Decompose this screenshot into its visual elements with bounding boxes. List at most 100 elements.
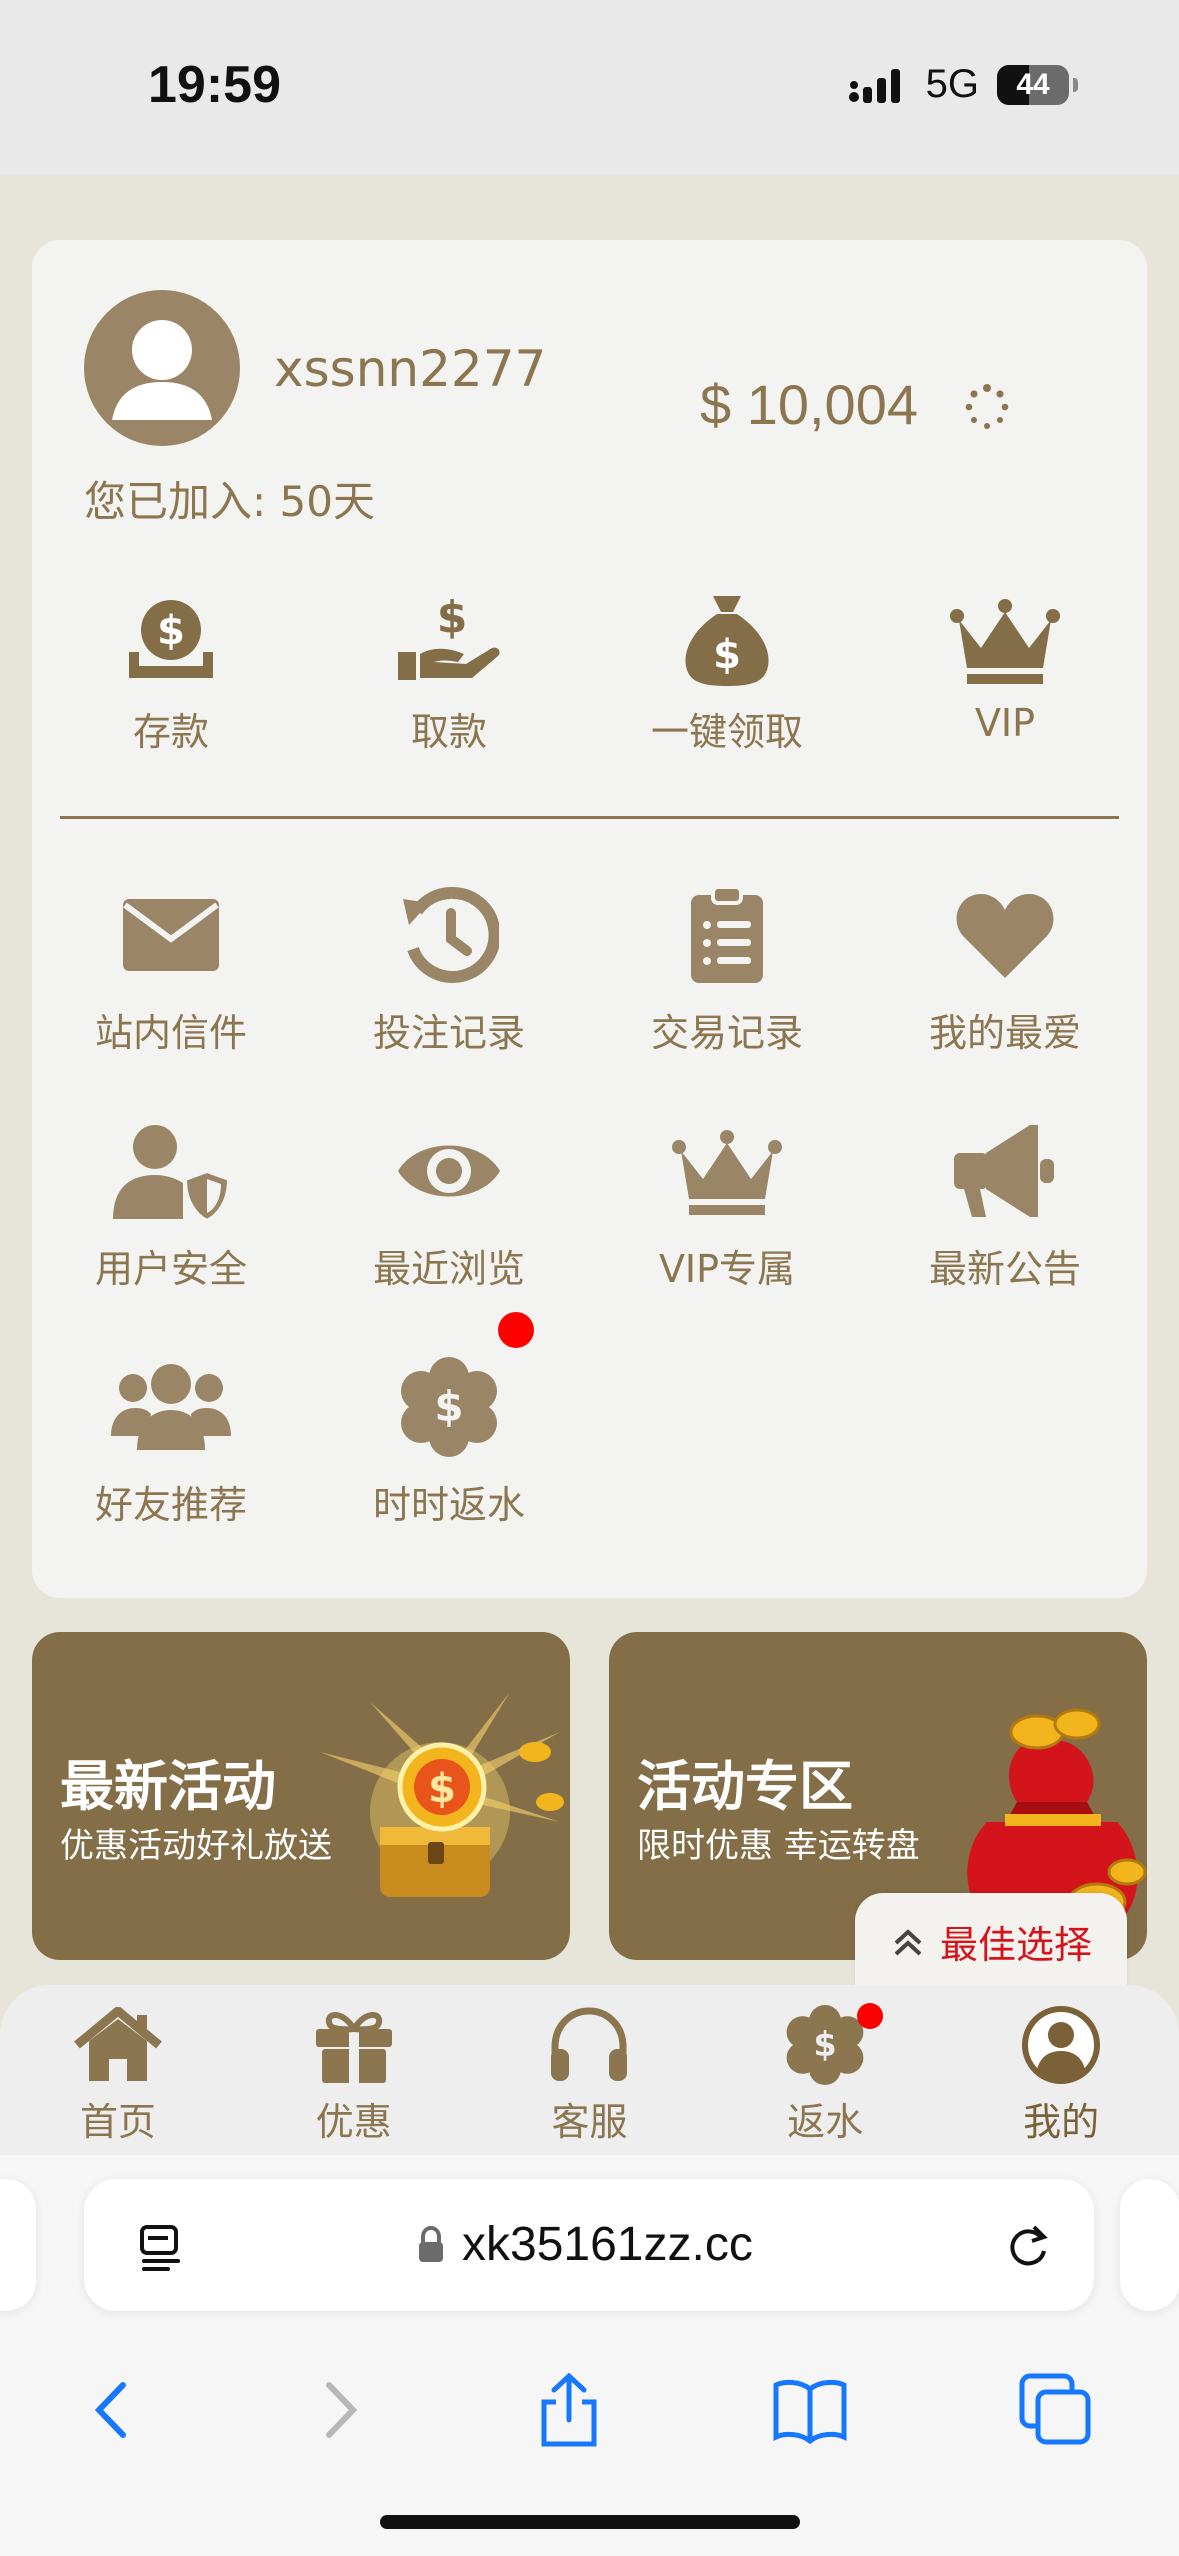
- nav-rebate[interactable]: $ 返水: [707, 1985, 943, 2155]
- banner-title: 最新活动: [60, 1755, 276, 1818]
- menu-label: 用户安全: [94, 1247, 247, 1291]
- bottom-navigation: 首页 优惠 客服 $ 返水 我的: [0, 1985, 1179, 2155]
- menu-label: 站内信件: [94, 1011, 247, 1055]
- joined-days: 您已加入: 50天: [84, 477, 375, 526]
- user-shield-icon: [113, 1125, 231, 1221]
- battery-level: 44: [1016, 67, 1050, 101]
- deposit-button[interactable]: $ 存款: [32, 585, 310, 756]
- withdraw-icon: $: [398, 592, 500, 680]
- profile-card: xssnn2277 您已加入: 50天 $ 10,004 $ 存款 $ 取款 $…: [32, 240, 1147, 1598]
- menu-grid: 站内信件 投注记录 交易记录 我的最爱 用户安全 最近浏览 VIP专属 最新公告…: [32, 880, 1147, 1588]
- refresh-balance-icon[interactable]: [962, 382, 1012, 432]
- notification-dot: [857, 2003, 884, 2029]
- browser-toolbar: [0, 2350, 1179, 2470]
- home-indicator: [380, 2515, 800, 2529]
- withdraw-label: 取款: [410, 710, 487, 754]
- status-time: 19:59: [148, 56, 281, 114]
- menu-label: 时时返水: [372, 1483, 525, 1527]
- menu-label: VIP专属: [658, 1247, 796, 1291]
- crown-icon: [672, 1130, 782, 1215]
- withdraw-button[interactable]: $ 取款: [310, 585, 588, 756]
- nav-home[interactable]: 首页: [0, 1985, 236, 2155]
- banner-title: 活动专区: [637, 1755, 853, 1818]
- nav-label: 优惠: [315, 2100, 392, 2144]
- avatar[interactable]: [84, 290, 240, 446]
- menu-item-messages[interactable]: 站内信件: [32, 880, 310, 1116]
- svg-text:$: $: [437, 592, 468, 643]
- claim-all-button[interactable]: $ 一键领取: [588, 585, 866, 756]
- user-circle-icon: [1022, 2006, 1101, 2084]
- nav-label: 我的: [1023, 2100, 1100, 2144]
- network-type: 5G: [925, 62, 979, 106]
- status-indicators: 5G 44: [848, 62, 1078, 107]
- nav-mine[interactable]: 我的: [943, 1985, 1179, 2155]
- quick-actions: $ 存款 $ 取款 $ 一键领取 VIP: [32, 585, 1147, 756]
- signal-icon: [848, 68, 900, 103]
- envelope-icon: [123, 899, 219, 971]
- menu-item-security[interactable]: 用户安全: [32, 1116, 310, 1352]
- menu-item-bet-history[interactable]: 投注记录: [310, 880, 588, 1116]
- page-menu-icon[interactable]: [136, 2221, 186, 2271]
- best-choice-button[interactable]: 最佳选择: [855, 1893, 1127, 1989]
- nav-label: 返水: [787, 2100, 864, 2144]
- menu-label: 最近浏览: [372, 1247, 525, 1291]
- vip-button[interactable]: VIP: [866, 585, 1144, 756]
- share-icon[interactable]: [534, 2370, 604, 2450]
- users-icon: [111, 1364, 231, 1450]
- svg-text:$: $: [157, 608, 185, 654]
- deposit-label: 存款: [132, 710, 209, 754]
- rebate-badge-icon: $: [786, 2005, 864, 2085]
- battery-icon: 44: [997, 64, 1078, 105]
- reload-icon[interactable]: [1004, 2221, 1054, 2271]
- menu-item-favorites[interactable]: 我的最爱: [866, 880, 1144, 1116]
- menu-label: 最新公告: [928, 1247, 1081, 1291]
- headset-icon: [551, 2007, 628, 2081]
- address-bar[interactable]: xk35161zz.cc: [84, 2179, 1094, 2311]
- menu-label: 投注记录: [372, 1011, 525, 1055]
- gift-icon: [315, 2012, 392, 2083]
- back-icon[interactable]: [83, 2375, 143, 2445]
- bookmarks-icon[interactable]: [770, 2375, 850, 2445]
- best-choice-label: 最佳选择: [939, 1922, 1092, 1967]
- notification-dot: [498, 1312, 534, 1348]
- banner-subtitle: 优惠活动好礼放送: [60, 1826, 332, 1866]
- menu-item-rebate[interactable]: $ 时时返水: [310, 1312, 588, 1588]
- chevron-double-up-icon: [894, 1929, 922, 1956]
- megaphone-icon: [954, 1125, 1054, 1217]
- treasure-chest-image: $: [320, 1692, 564, 1897]
- next-tab[interactable]: [1120, 2179, 1179, 2311]
- previous-tab[interactable]: [0, 2179, 36, 2311]
- svg-text:$: $: [428, 1766, 456, 1812]
- rebate-badge-icon: $: [401, 1357, 497, 1457]
- eye-icon: [398, 1145, 500, 1197]
- menu-item-referral[interactable]: 好友推荐: [32, 1352, 310, 1588]
- svg-text:$: $: [713, 632, 741, 678]
- menu-label: 交易记录: [650, 1011, 803, 1055]
- username: xssnn2277: [274, 340, 547, 398]
- nav-label: 首页: [79, 2100, 156, 2144]
- user-avatar-icon: [112, 320, 212, 420]
- menu-item-recent[interactable]: 最近浏览: [310, 1116, 588, 1352]
- url-text: xk35161zz.cc: [462, 2218, 753, 2271]
- status-bar: 19:59 5G 44: [0, 0, 1179, 175]
- nav-support[interactable]: 客服: [472, 1985, 708, 2155]
- section-divider: [60, 816, 1119, 819]
- browser-chrome: xk35161zz.cc: [0, 2155, 1179, 2556]
- nav-promotions[interactable]: 优惠: [236, 1985, 472, 2155]
- home-icon: [74, 2007, 162, 2081]
- history-icon: [403, 886, 499, 983]
- menu-item-announcements[interactable]: 最新公告: [866, 1116, 1144, 1352]
- menu-item-transactions[interactable]: 交易记录: [588, 880, 866, 1116]
- nav-label: 客服: [551, 2100, 628, 2144]
- balance-amount: $ 10,004: [700, 373, 918, 436]
- forward-icon[interactable]: [309, 2375, 369, 2445]
- svg-text:$: $: [814, 2025, 837, 2064]
- menu-item-vip-exclusive[interactable]: VIP专属: [588, 1116, 866, 1352]
- menu-label: 我的最爱: [928, 1011, 1081, 1055]
- tabs-icon[interactable]: [1016, 2370, 1096, 2450]
- latest-promotions-banner[interactable]: $ 最新活动 优惠活动好礼放送: [32, 1632, 570, 1960]
- vip-label: VIP: [974, 701, 1036, 745]
- heart-icon: [956, 894, 1054, 978]
- money-bag-icon: $: [685, 596, 769, 686]
- deposit-icon: $: [129, 600, 213, 678]
